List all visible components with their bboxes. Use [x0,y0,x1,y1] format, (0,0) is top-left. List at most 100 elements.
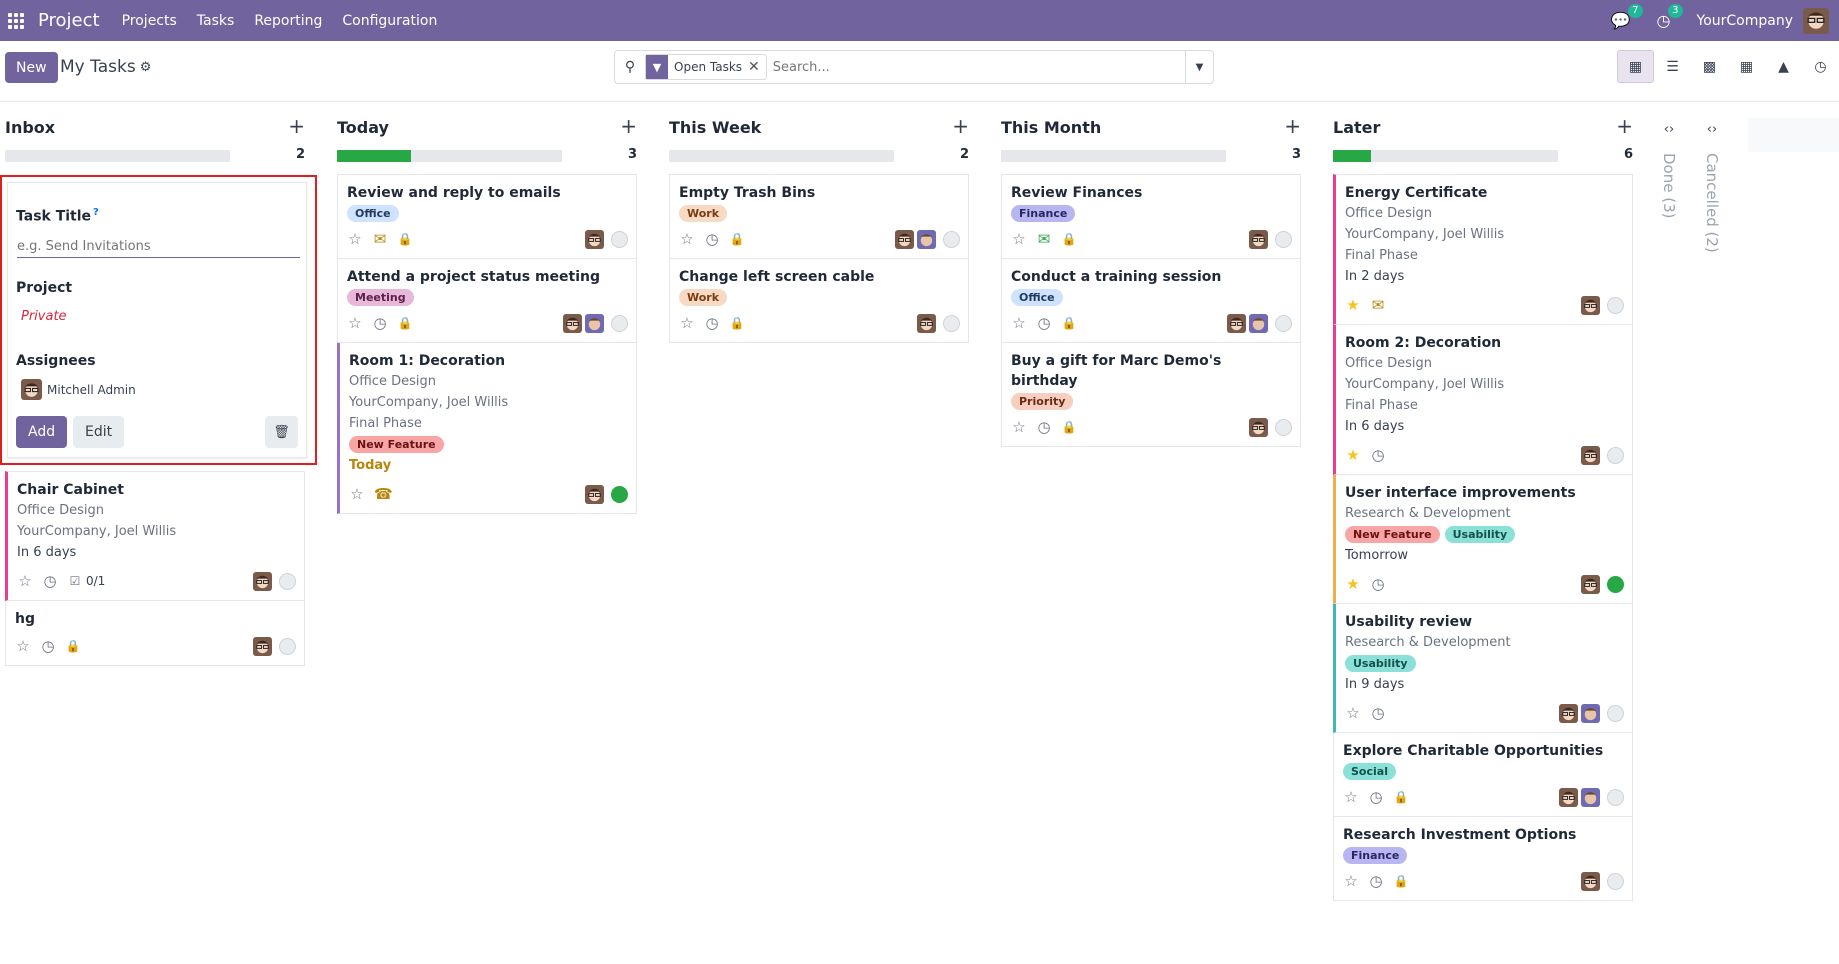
menu-tasks[interactable]: Tasks [197,13,235,29]
star-icon[interactable]: ☆ [1011,230,1027,248]
star-icon[interactable]: ☆ [679,230,695,248]
task-card[interactable]: Room 1: Decoration Office Design YourCom… [337,343,637,514]
activity-view-icon[interactable]: ◷ [1802,50,1839,83]
column-progress[interactable] [1333,150,1558,162]
column-title[interactable]: Today [337,118,389,137]
kanban-state-icon[interactable] [943,230,960,248]
messages-icon[interactable]: 💬 7 [1611,4,1643,30]
search-input[interactable] [772,53,1185,81]
task-card[interactable]: Review Finances Finance ☆ ✉ 🔒 [1001,174,1301,259]
kanban-state-icon[interactable] [1607,872,1624,890]
kanban-state-icon[interactable] [611,230,628,248]
clock-icon[interactable]: ◷ [1370,575,1386,593]
avatar[interactable] [585,229,604,249]
avatar[interactable] [1249,229,1268,249]
kanban-state-icon[interactable] [1607,788,1624,806]
task-card[interactable]: Explore Charitable Opportunities Social … [1333,733,1633,817]
kanban-view-icon[interactable]: ▦ [1617,50,1654,83]
task-card[interactable]: Attend a project status meeting Meeting … [337,259,637,343]
menu-projects[interactable]: Projects [122,13,177,29]
kanban-state-icon[interactable] [279,572,296,590]
graph-view-icon[interactable]: ▲ [1765,50,1802,83]
kanban-state-icon[interactable] [1275,314,1292,332]
edit-button[interactable]: Edit [73,416,125,448]
avatar[interactable] [917,229,936,249]
star-icon[interactable]: ☆ [349,485,365,503]
clock-icon[interactable]: ◷ [1370,446,1386,464]
star-icon[interactable]: ☆ [1011,418,1027,436]
trash-icon[interactable]: 🗑 [265,416,298,448]
kanban-state-icon[interactable] [611,485,628,503]
task-card[interactable]: hg ☆ ◷ 🔒 [5,601,305,666]
envelope-icon[interactable]: ✉ [1370,296,1386,314]
column-progress[interactable] [1001,150,1226,162]
clock-icon[interactable]: ◷ [1368,872,1384,890]
kanban-state-icon[interactable] [611,314,628,332]
activities-icon[interactable]: ◷ 3 [1657,4,1683,30]
task-card[interactable]: Research Investment Options Finance ☆ ◷ … [1333,817,1633,901]
star-icon[interactable]: ☆ [17,572,33,590]
task-card[interactable]: Review and reply to emails Office ☆ ✉ 🔒 [337,174,637,259]
clock-icon[interactable]: ◷ [40,637,56,655]
chevron-down-icon[interactable]: ▼ [1185,51,1213,83]
task-card[interactable]: User interface improvements Research & D… [1333,475,1633,604]
task-card[interactable]: Buy a gift for Marc Demo's birthday Prio… [1001,343,1301,447]
avatar[interactable] [585,313,604,333]
clock-icon[interactable]: ◷ [704,314,720,332]
clock-icon[interactable]: ◷ [372,314,388,332]
menu-reporting[interactable]: Reporting [254,13,322,29]
task-card[interactable]: Change left screen cable Work ☆ ◷ 🔒 [669,259,969,343]
apps-menu-icon[interactable] [8,12,24,29]
task-card[interactable]: Room 2: Decoration Office Design YourCom… [1333,325,1633,475]
star-icon[interactable]: ☆ [1345,704,1361,722]
task-card[interactable]: Conduct a training session Office ☆ ◷ 🔒 [1001,259,1301,343]
phone-icon[interactable]: ☎ [374,485,393,503]
clock-icon[interactable]: ◷ [1368,788,1384,806]
help-icon[interactable]: ? [93,207,99,218]
expand-arrows-icon[interactable]: ‹› [1649,122,1689,137]
checkbox-icon[interactable]: ☑ [67,574,83,588]
avatar[interactable] [1581,574,1600,594]
column-title[interactable]: This Month [1001,118,1101,137]
avatar[interactable] [563,313,582,333]
company-switcher[interactable]: YourCompany [1697,13,1794,29]
column-title[interactable]: Later [1333,118,1380,137]
column-title[interactable]: This Week [669,118,761,137]
add-card-icon[interactable]: + [1616,114,1633,138]
add-card-icon[interactable]: + [952,114,969,138]
column-title[interactable]: Inbox [5,118,55,137]
kanban-state-icon[interactable] [1607,704,1624,722]
clock-icon[interactable]: ◷ [1036,418,1052,436]
list-view-icon[interactable]: ☰ [1654,50,1691,83]
task-card[interactable]: Chair Cabinet Office Design YourCompany,… [5,471,305,601]
star-filled-icon[interactable]: ★ [1345,446,1361,464]
star-icon[interactable]: ☆ [679,314,695,332]
kanban-state-icon[interactable] [1275,230,1292,248]
close-icon[interactable]: ✕ [748,59,766,75]
search-icon[interactable]: ⚲ [615,59,645,75]
avatar[interactable] [1227,313,1246,333]
star-icon[interactable]: ☆ [1011,314,1027,332]
star-filled-icon[interactable]: ★ [1345,296,1361,314]
add-card-icon[interactable]: + [1284,114,1301,138]
kanban-state-icon[interactable] [1607,446,1624,464]
avatar[interactable] [1559,787,1578,807]
avatar[interactable] [585,484,604,504]
star-icon[interactable]: ☆ [1343,788,1359,806]
column-progress[interactable] [5,150,230,162]
avatar[interactable] [1581,703,1600,723]
calendar-view-icon[interactable]: ▩ [1691,50,1728,83]
avatar[interactable] [1581,871,1600,891]
envelope-icon[interactable]: ✉ [372,230,388,248]
user-avatar[interactable] [1803,7,1829,34]
avatar[interactable] [1249,417,1268,437]
avatar[interactable] [1581,295,1600,315]
avatar[interactable] [1559,703,1578,723]
subtask-count[interactable]: 0/1 [86,574,105,588]
clock-icon[interactable]: ◷ [1370,704,1386,722]
assignee-tag[interactable]: Mitchell Admin [21,379,136,400]
kanban-state-icon[interactable] [1275,418,1292,436]
new-button[interactable]: New [5,52,58,83]
task-card[interactable]: Energy Certificate Office Design YourCom… [1333,174,1633,325]
folded-column-cancelled[interactable]: ‹› Cancelled (2) [1692,122,1732,253]
